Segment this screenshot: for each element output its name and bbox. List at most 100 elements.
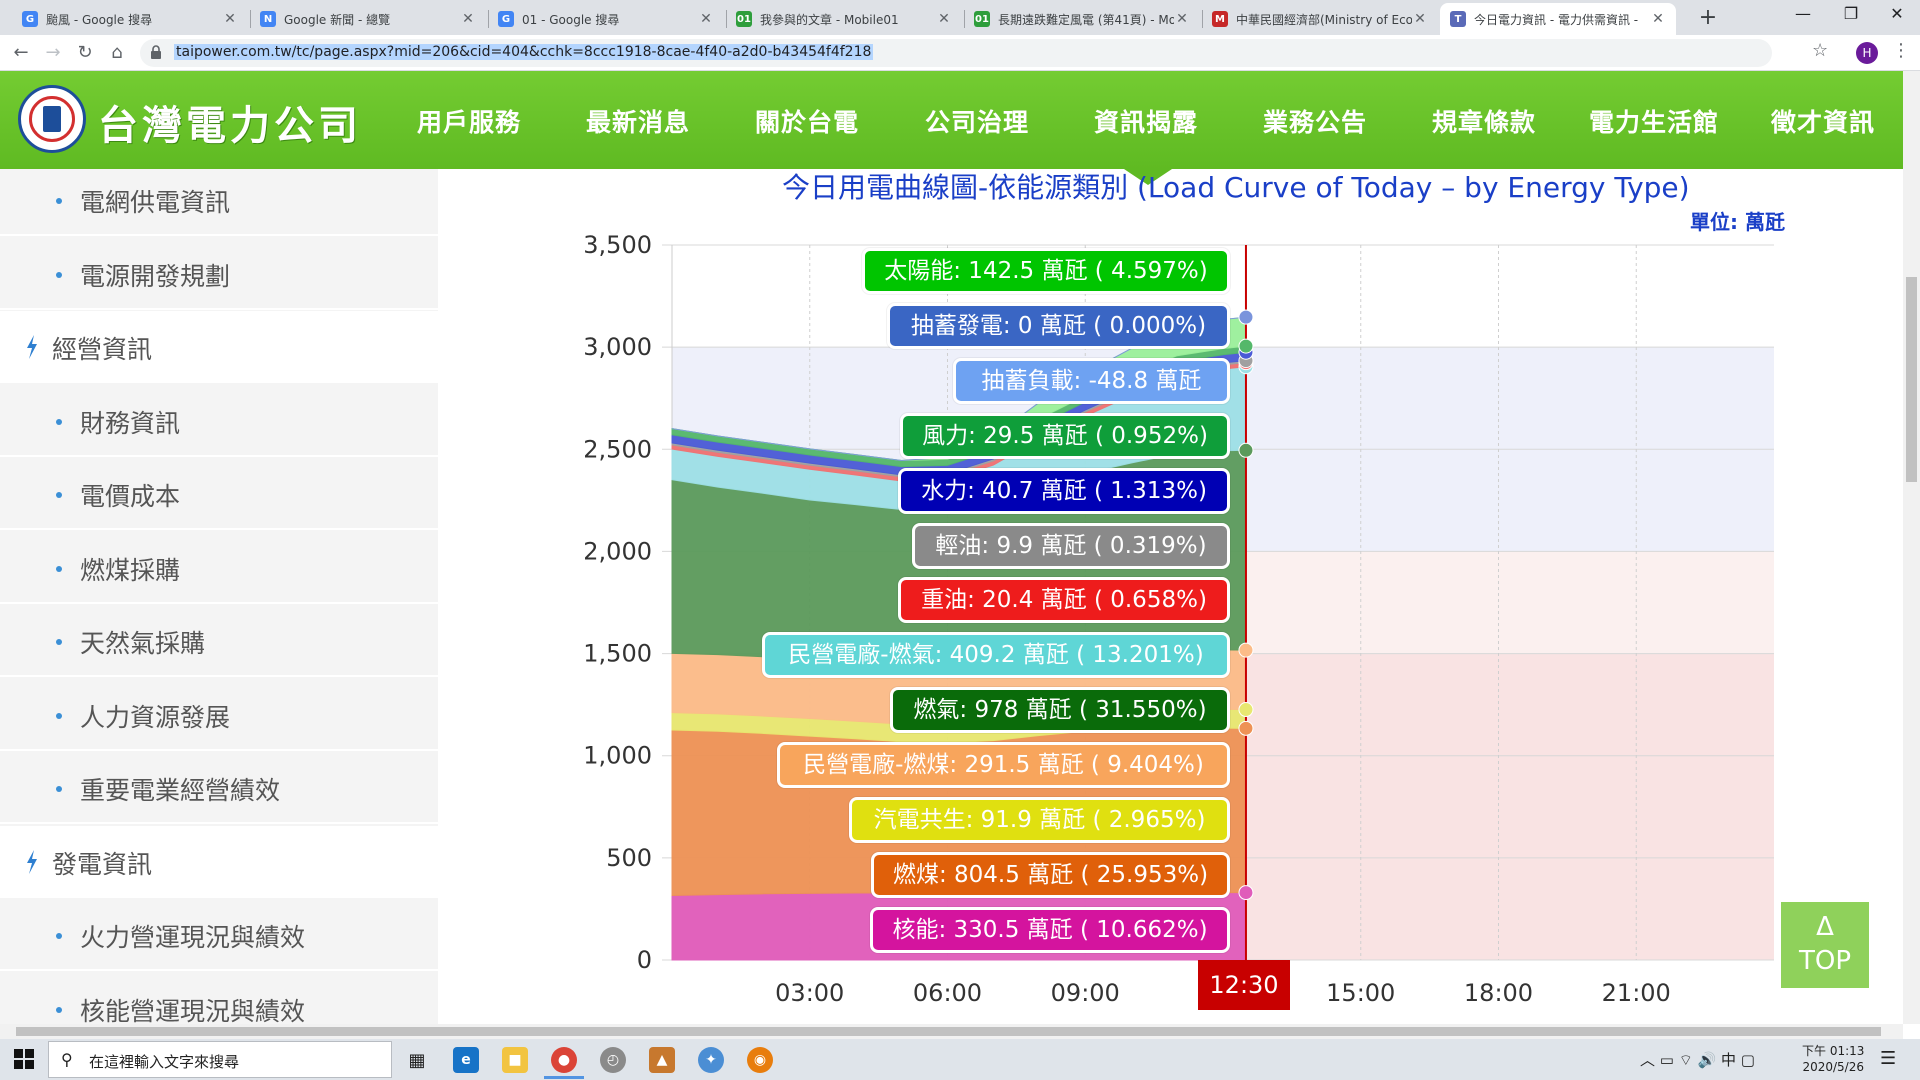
tab-title: 颱風 - Google 搜尋 [46, 12, 153, 27]
window-close-button[interactable]: ✕ [1874, 0, 1920, 30]
app-snip-icon[interactable]: ✦ [698, 1047, 724, 1073]
forward-arrow-icon[interactable]: → [40, 40, 66, 66]
new-tab-button[interactable]: + [1694, 4, 1722, 32]
taskbar-clock[interactable]: 下午 01:13 2020/5/26 [1802, 1043, 1864, 1075]
sidebar-label: 火力營運現況與績效 [80, 923, 306, 952]
current-value-marker [1238, 702, 1254, 718]
sidebar-label: 財務資訊 [80, 408, 181, 438]
tab-favicon-icon: N [260, 11, 276, 27]
series-tooltip: 風力: 29.5 萬瓩 ( 0.952%) [900, 412, 1230, 459]
sidebar-item[interactable]: 財務資訊 [0, 385, 438, 457]
blender-icon[interactable]: ◉ [747, 1047, 773, 1073]
sidebar-item[interactable]: 天然氣採購 [0, 605, 438, 677]
tab-close-icon[interactable]: ✕ [1650, 11, 1666, 27]
sidebar-label: 重要電業經營績效 [80, 776, 281, 805]
app-fox-icon[interactable]: ▲ [649, 1047, 675, 1073]
sidebar-item[interactable]: 人力資源發展 [0, 679, 438, 751]
back-to-top-button[interactable]: Δ TOP [1781, 902, 1869, 988]
sidebar-item[interactable]: 電價成本 [0, 458, 438, 530]
vertical-scrollbar[interactable] [1903, 71, 1920, 1024]
tab-favicon-icon: M [1212, 11, 1228, 27]
file-explorer-icon[interactable]: ■ [502, 1047, 528, 1073]
browser-tab[interactable]: N Google 新聞 - 總覽 ✕ [250, 3, 486, 35]
bookmark-star-icon[interactable]: ☆ [1812, 40, 1828, 61]
browser-tab[interactable]: T 今日電力資訊 - 電力供需資訊 - ✕ [1440, 3, 1676, 35]
browser-tab-strip: G 颱風 - Google 搜尋 ✕ N Google 新聞 - 總覽 ✕ G 01 - Go… [0, 0, 1920, 35]
task-view-icon[interactable]: ▦ [404, 1047, 430, 1073]
sidebar-label: 燃煤採購 [80, 555, 181, 585]
browser-toolbar: ← → ↻ ⌂ taipower.com.tw/tc/page.aspx?mid… [0, 35, 1920, 71]
series-tooltip: 核能: 330.5 萬瓩 ( 10.662%) [870, 906, 1230, 953]
sidebar-item[interactable]: 火力營運現況與績效 [0, 899, 438, 971]
nav-item[interactable]: 電力生活館 [1589, 103, 1719, 139]
series-tooltip: 汽電共生: 91.9 萬瓩 ( 2.965%) [849, 797, 1230, 843]
lightning-icon [27, 335, 37, 359]
site-logo-text[interactable]: 台灣電力公司 [98, 93, 362, 151]
notification-icon[interactable]: ☰ [1880, 1048, 1896, 1069]
nav-item[interactable]: 公司治理 [925, 103, 1029, 139]
home-icon[interactable]: ⌂ [104, 40, 130, 66]
tab-separator [250, 10, 251, 28]
system-tray[interactable]: ︿ ▭ ⌔ 🔊 中 ▢ [1640, 1049, 1755, 1070]
series-tooltip: 民營電廠-燃氣: 409.2 萬瓩 ( 13.201%) [762, 632, 1230, 679]
taskbar-search[interactable]: ⚲ 在這裡輸入文字來搜尋 [48, 1041, 392, 1078]
browser-menu-icon[interactable]: ⋮ [1892, 40, 1910, 61]
x-tick-label: 15:00 [1326, 979, 1395, 1007]
tab-title: 長期遠跌難定風電 (第41頁) - Mo [998, 12, 1174, 27]
tab-close-icon[interactable]: ✕ [1174, 11, 1190, 27]
tab-title: 今日電力資訊 - 電力供需資訊 - [1474, 12, 1639, 27]
sidebar-item[interactable]: 核能營運現況與績效 [0, 973, 438, 1025]
sidebar-item[interactable]: 重要電業經營績效 [0, 752, 438, 824]
nav-item[interactable]: 徵才資訊 [1771, 103, 1875, 139]
browser-tab[interactable]: M 中華民國經濟部(Ministry of Ecor ✕ [1202, 3, 1438, 35]
nav-item[interactable]: 規章條款 [1432, 103, 1536, 139]
nav-item[interactable]: 最新消息 [586, 103, 690, 139]
back-arrow-icon[interactable]: ← [8, 40, 34, 66]
current-value-marker [1238, 338, 1254, 354]
y-tick-label: 1,500 [583, 640, 652, 668]
bullet-dot-icon [56, 933, 62, 939]
series-tooltip: 民營電廠-燃煤: 291.5 萬瓩 ( 9.404%) [777, 742, 1230, 789]
horizontal-scrollbar[interactable] [0, 1024, 1903, 1039]
edge-browser-icon[interactable]: e [453, 1047, 479, 1073]
chrome-icon[interactable]: ● [551, 1047, 577, 1073]
tab-close-icon[interactable]: ✕ [222, 11, 238, 27]
x-tick-label: 09:00 [1051, 979, 1120, 1007]
browser-tab[interactable]: 01 我參與的文章 - Mobile01 ✕ [726, 3, 962, 35]
y-tick-label: 2,000 [583, 537, 652, 565]
tab-close-icon[interactable]: ✕ [460, 11, 476, 27]
sidebar-label: 核能營運現況與績效 [80, 996, 306, 1025]
current-time-tag: 12:30 [1198, 960, 1290, 1010]
taskbar-search-placeholder: 在這裡輸入文字來搜尋 [89, 1053, 240, 1071]
app-clock-icon[interactable]: ◴ [600, 1047, 626, 1073]
tab-title: 01 - Google 搜尋 [522, 12, 620, 27]
nav-item[interactable]: 業務公告 [1263, 103, 1367, 139]
taipower-logo-icon[interactable] [18, 85, 86, 153]
minimize-button[interactable]: — [1780, 0, 1826, 30]
tab-close-icon[interactable]: ✕ [698, 11, 714, 27]
sidebar-label: 發電資訊 [52, 849, 153, 879]
address-bar[interactable]: taipower.com.tw/tc/page.aspx?mid=206&cid… [140, 39, 1772, 67]
sidebar-section-header[interactable]: 發電資訊 [0, 825, 438, 898]
search-icon: ⚲ [61, 1050, 73, 1069]
reload-icon[interactable]: ↻ [72, 40, 98, 66]
browser-tab[interactable]: G 01 - Google 搜尋 ✕ [488, 3, 724, 35]
tab-title: 中華民國經濟部(Ministry of Ecor [1236, 12, 1412, 27]
browser-tab[interactable]: G 颱風 - Google 搜尋 ✕ [12, 3, 248, 35]
sidebar-section-header[interactable]: 經營資訊 [0, 311, 438, 383]
tab-close-icon[interactable]: ✕ [936, 11, 952, 27]
maximize-button[interactable]: ❐ [1828, 0, 1874, 30]
sidebar-item[interactable]: 電源開發規劃 [0, 238, 438, 310]
windows-start-icon[interactable] [14, 1049, 34, 1069]
profile-avatar[interactable]: H [1856, 42, 1878, 64]
nav-item[interactable]: 資訊揭露 [1094, 103, 1198, 139]
sidebar-item[interactable]: 電網供電資訊 [0, 169, 438, 236]
series-tooltip: 抽蓄發電: 0 萬瓩 ( 0.000%) [887, 302, 1230, 349]
sidebar-item[interactable]: 燃煤採購 [0, 532, 438, 604]
series-tooltip: 輕油: 9.9 萬瓩 ( 0.319%) [912, 522, 1230, 569]
nav-item[interactable]: 關於台電 [755, 103, 859, 139]
tab-close-icon[interactable]: ✕ [1412, 11, 1428, 27]
nav-item[interactable]: 用戶服務 [417, 103, 521, 139]
browser-tab[interactable]: 01 長期遠跌難定風電 (第41頁) - Mo ✕ [964, 3, 1200, 35]
bullet-dot-icon [56, 786, 62, 792]
